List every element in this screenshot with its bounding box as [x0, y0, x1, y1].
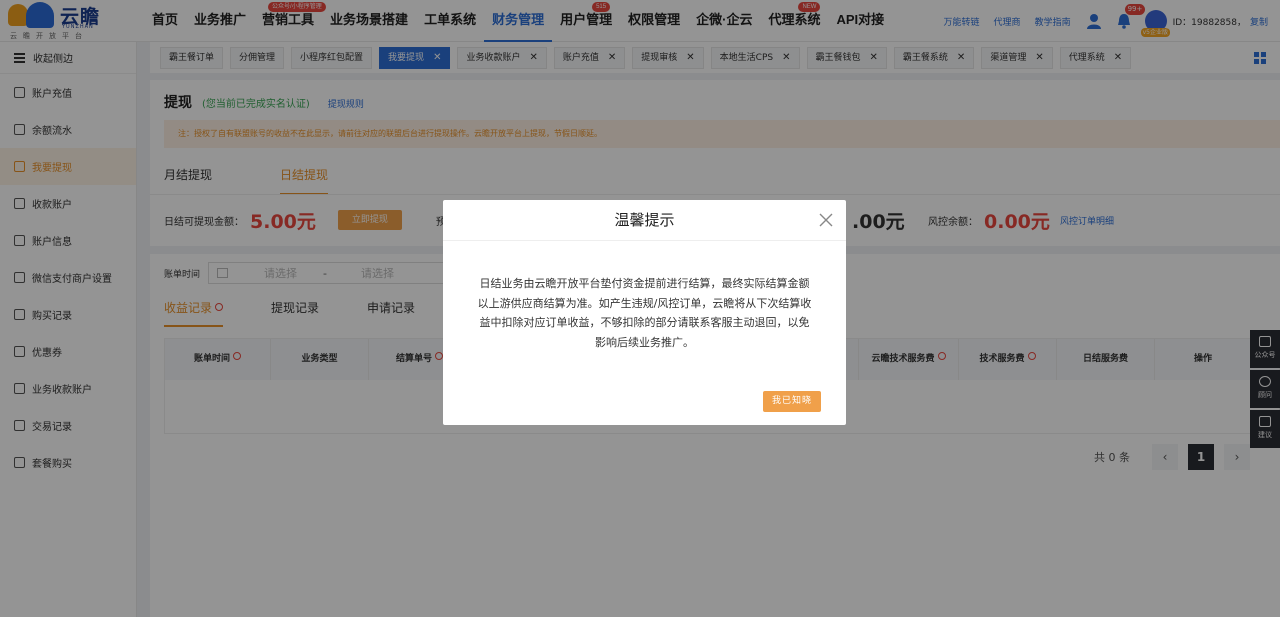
reminder-dialog: 温馨提示 日结业务由云瞻开放平台垫付资金提前进行结算，最终实际结算金额以上游供应… [443, 200, 846, 425]
acknowledge-button[interactable]: 我已知晓 [763, 391, 821, 412]
close-icon[interactable] [818, 212, 834, 228]
app-root: 云瞻 YUNZHAN 云瞻开放平台 首页 业务推广 公众号/小程序管理 营销工具 … [0, 0, 1280, 617]
dialog-title: 温馨提示 [614, 211, 675, 229]
dialog-body: 日结业务由云瞻开放平台垫付资金提前进行结算，最终实际结算金额以上游供应商结算为准… [477, 277, 812, 349]
dialog-header: 温馨提示 [443, 200, 846, 241]
